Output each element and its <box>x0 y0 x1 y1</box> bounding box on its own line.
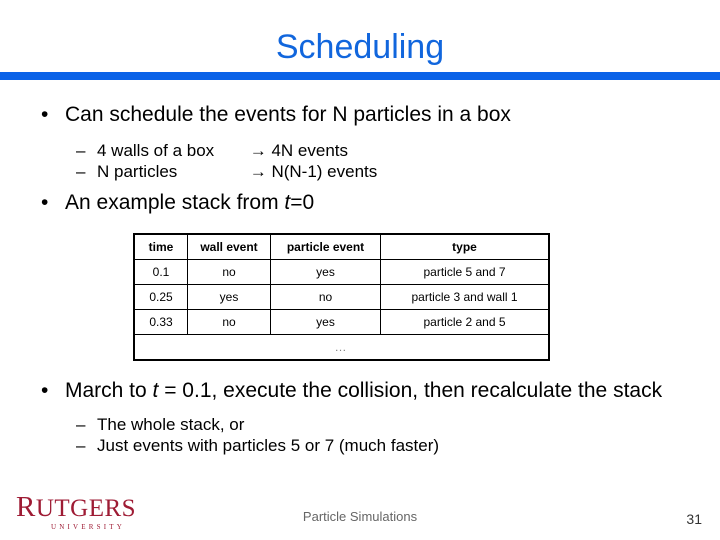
dash-marker-icon: – <box>76 436 86 455</box>
dash-marker-icon: – <box>76 415 86 434</box>
sub-bullet-particles-result: → N(N-1) events <box>249 162 378 181</box>
bullet-march-to-post: = 0.1, execute the collision, then recal… <box>158 379 663 402</box>
title-divider-bar <box>0 72 720 80</box>
column-header-particle-event: particle event <box>270 233 381 260</box>
dash-marker-icon: – <box>76 141 86 160</box>
cell-time: 0.1 <box>133 259 188 285</box>
bullet-can-schedule: • Can schedule the events for N particle… <box>0 102 720 128</box>
cell-time: 0.33 <box>133 309 188 335</box>
cell-particle-event: yes <box>270 309 381 335</box>
table-row-ellipsis: … <box>133 334 550 361</box>
dash-marker-icon: – <box>76 162 86 181</box>
table-row: 0.25 yes no particle 3 and wall 1 <box>133 284 550 310</box>
bullet-marker-icon: • <box>41 103 49 126</box>
sub-bullet-walls: – 4 walls of a box → 4N events <box>0 140 720 161</box>
cell-type: particle 5 and 7 <box>380 259 550 285</box>
sub-bullet-particles: – N particles → N(N-1) events <box>0 161 720 182</box>
sub-bullet-just-events: – Just events with particles 5 or 7 (muc… <box>0 435 720 456</box>
slide-number: 31 <box>686 511 702 527</box>
table-row: 0.33 no yes particle 2 and 5 <box>133 309 550 335</box>
sub-bullet-whole-stack-text: The whole stack, or <box>97 415 245 434</box>
table-row: 0.1 no yes particle 5 and 7 <box>133 259 550 285</box>
cell-type: particle 3 and wall 1 <box>380 284 550 310</box>
column-header-time: time <box>133 233 188 260</box>
sub-bullet-walls-label: 4 walls of a box <box>97 141 215 160</box>
bullet-march-to: • March to t = 0.1, execute the collisio… <box>0 378 720 404</box>
cell-wall-event: no <box>187 309 271 335</box>
column-header-type: type <box>380 233 550 260</box>
cell-wall-event: no <box>187 259 271 285</box>
bullet-can-schedule-text: Can schedule the events for N particles … <box>65 103 511 126</box>
bullet-marker-icon: • <box>41 191 49 214</box>
cell-particle-event: yes <box>270 259 381 285</box>
sub-bullet-just-events-text: Just events with particles 5 or 7 (much … <box>97 436 440 455</box>
bullet-example-stack-post: =0 <box>290 191 315 214</box>
bullet-example-stack: • An example stack from t=0 <box>0 190 720 216</box>
cell-ellipsis: … <box>133 334 550 361</box>
cell-time: 0.25 <box>133 284 188 310</box>
slide-body: • Can schedule the events for N particle… <box>0 102 720 218</box>
bullet-marker-icon: • <box>41 379 49 402</box>
sub-bullet-whole-stack: – The whole stack, or <box>0 414 720 435</box>
bullet-march-to-pre: March to <box>65 379 153 402</box>
page-title: Scheduling <box>275 28 445 66</box>
cell-type: particle 2 and 5 <box>380 309 550 335</box>
event-stack-table-container: time wall event particle event type 0.1 … <box>133 233 550 361</box>
sub-bullet-particles-label: N particles <box>97 162 178 181</box>
bullet-example-stack-pre: An example stack from <box>65 191 285 214</box>
column-header-wall-event: wall event <box>187 233 271 260</box>
table-header-row: time wall event particle event type <box>133 233 550 260</box>
footer-presentation-title: Particle Simulations <box>302 509 418 524</box>
sub-bullet-walls-result: → 4N events <box>249 141 348 160</box>
event-stack-table: time wall event particle event type 0.1 … <box>133 233 550 361</box>
slide-body-lower: • March to t = 0.1, execute the collisio… <box>0 378 720 456</box>
cell-particle-event: no <box>270 284 381 310</box>
cell-wall-event: yes <box>187 284 271 310</box>
